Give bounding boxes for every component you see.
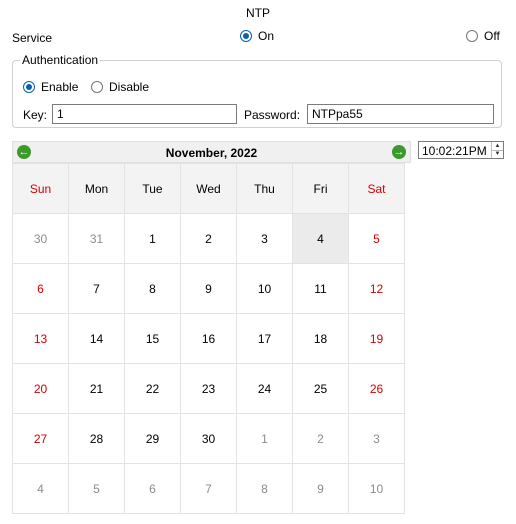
calendar-day[interactable]: 31 — [68, 213, 125, 264]
calendar-day[interactable]: 16 — [180, 313, 237, 364]
auth-enable-label: Enable — [41, 80, 79, 94]
calendar-day[interactable]: 10 — [348, 463, 405, 514]
auth-disable-option[interactable]: Disable — [91, 80, 149, 94]
calendar-day[interactable]: 5 — [348, 213, 405, 264]
right-arrow-icon[interactable]: → — [392, 145, 406, 159]
calendar-day[interactable]: 6 — [12, 263, 69, 314]
calendar-week: 13 14 15 16 17 18 19 — [12, 313, 405, 364]
calendar-day[interactable]: 1 — [124, 213, 181, 264]
weekday-mon: Mon — [68, 163, 125, 214]
calendar-day[interactable]: 18 — [292, 313, 349, 364]
weekday-sat: Sat — [348, 163, 405, 214]
calendar-day[interactable]: 14 — [68, 313, 125, 364]
calendar-day[interactable]: 13 — [12, 313, 69, 364]
weekday-row: Sun Mon Tue Wed Thu Fri Sat — [12, 163, 405, 214]
calendar-day[interactable]: 1 — [236, 413, 293, 464]
calendar-day[interactable]: 20 — [12, 363, 69, 414]
weekday-wed: Wed — [180, 163, 237, 214]
calendar-day[interactable]: 11 — [292, 263, 349, 314]
calendar-day[interactable]: 28 — [68, 413, 125, 464]
calendar-day[interactable]: 30 — [12, 213, 69, 264]
page-title: NTP — [246, 6, 270, 20]
calendar-day[interactable]: 3 — [348, 413, 405, 464]
spin-down-icon[interactable]: ▼ — [492, 150, 503, 158]
calendar-week: 20 21 22 23 24 25 26 — [12, 363, 405, 414]
calendar-day[interactable]: 9 — [292, 463, 349, 514]
calendar-week: 27 28 29 30 1 2 3 — [12, 413, 405, 464]
auth-disable-label: Disable — [109, 80, 150, 94]
calendar-week: 30 31 1 2 3 4 5 — [12, 213, 405, 264]
service-off-option[interactable]: Off — [466, 29, 500, 43]
time-spinner[interactable]: ▲ ▼ — [491, 142, 503, 158]
calendar-day[interactable]: 10 — [236, 263, 293, 314]
key-label: Key: — [23, 108, 48, 122]
calendar-day[interactable]: 23 — [180, 363, 237, 414]
calendar-header: ← November, 2022 → — [12, 141, 411, 163]
time-value: 10:02:21PM — [422, 144, 487, 158]
calendar-day[interactable]: 7 — [180, 463, 237, 514]
service-on-radio[interactable] — [240, 30, 252, 42]
weekday-sun: Sun — [12, 163, 69, 214]
calendar-day[interactable]: 17 — [236, 313, 293, 364]
calendar-month-year: November, 2022 — [165, 146, 258, 160]
calendar-day[interactable]: 25 — [292, 363, 349, 414]
calendar-day[interactable]: 21 — [68, 363, 125, 414]
calendar-day[interactable]: 29 — [124, 413, 181, 464]
calendar-day[interactable]: 9 — [180, 263, 237, 314]
auth-enable-radio[interactable] — [23, 81, 35, 93]
authentication-legend: Authentication — [20, 53, 101, 67]
calendar-day[interactable]: 8 — [236, 463, 293, 514]
service-off-radio[interactable] — [466, 30, 478, 42]
service-on-label: On — [258, 29, 275, 43]
password-label: Password: — [244, 108, 301, 122]
calendar-week: 6 7 8 9 10 11 12 — [12, 263, 405, 314]
auth-disable-radio[interactable] — [91, 81, 103, 93]
calendar-day[interactable]: 5 — [68, 463, 125, 514]
calendar-day[interactable]: 22 — [124, 363, 181, 414]
service-label: Service — [12, 31, 53, 45]
auth-enable-option[interactable]: Enable — [23, 80, 78, 94]
calendar-day[interactable]: 30 — [180, 413, 237, 464]
calendar-day[interactable]: 19 — [348, 313, 405, 364]
calendar-day[interactable]: 8 — [124, 263, 181, 314]
calendar-day[interactable]: 26 — [348, 363, 405, 414]
calendar-week: 4 5 6 7 8 9 10 — [12, 463, 405, 514]
service-off-label: Off — [484, 29, 500, 43]
calendar-day[interactable]: 7 — [68, 263, 125, 314]
calendar-day[interactable]: 3 — [236, 213, 293, 264]
service-on-option[interactable]: On — [240, 29, 274, 43]
calendar-day[interactable]: 4 — [12, 463, 69, 514]
calendar-day[interactable]: 6 — [124, 463, 181, 514]
weekday-tue: Tue — [124, 163, 181, 214]
calendar-day[interactable]: 12 — [348, 263, 405, 314]
calendar-grid: Sun Mon Tue Wed Thu Fri Sat 30 31 1 2 3 … — [12, 163, 405, 514]
calendar-day[interactable]: 27 — [12, 413, 69, 464]
key-input[interactable]: 1 — [52, 104, 237, 124]
calendar-day[interactable]: 15 — [124, 313, 181, 364]
time-picker[interactable]: 10:02:21PM ▲ ▼ — [418, 141, 504, 159]
weekday-fri: Fri — [292, 163, 349, 214]
calendar-day-selected[interactable]: 4 — [292, 213, 349, 264]
calendar-day[interactable]: 2 — [180, 213, 237, 264]
calendar-day[interactable]: 2 — [292, 413, 349, 464]
calendar-day[interactable]: 24 — [236, 363, 293, 414]
weekday-thu: Thu — [236, 163, 293, 214]
password-input[interactable]: NTPpa55 — [307, 104, 494, 124]
